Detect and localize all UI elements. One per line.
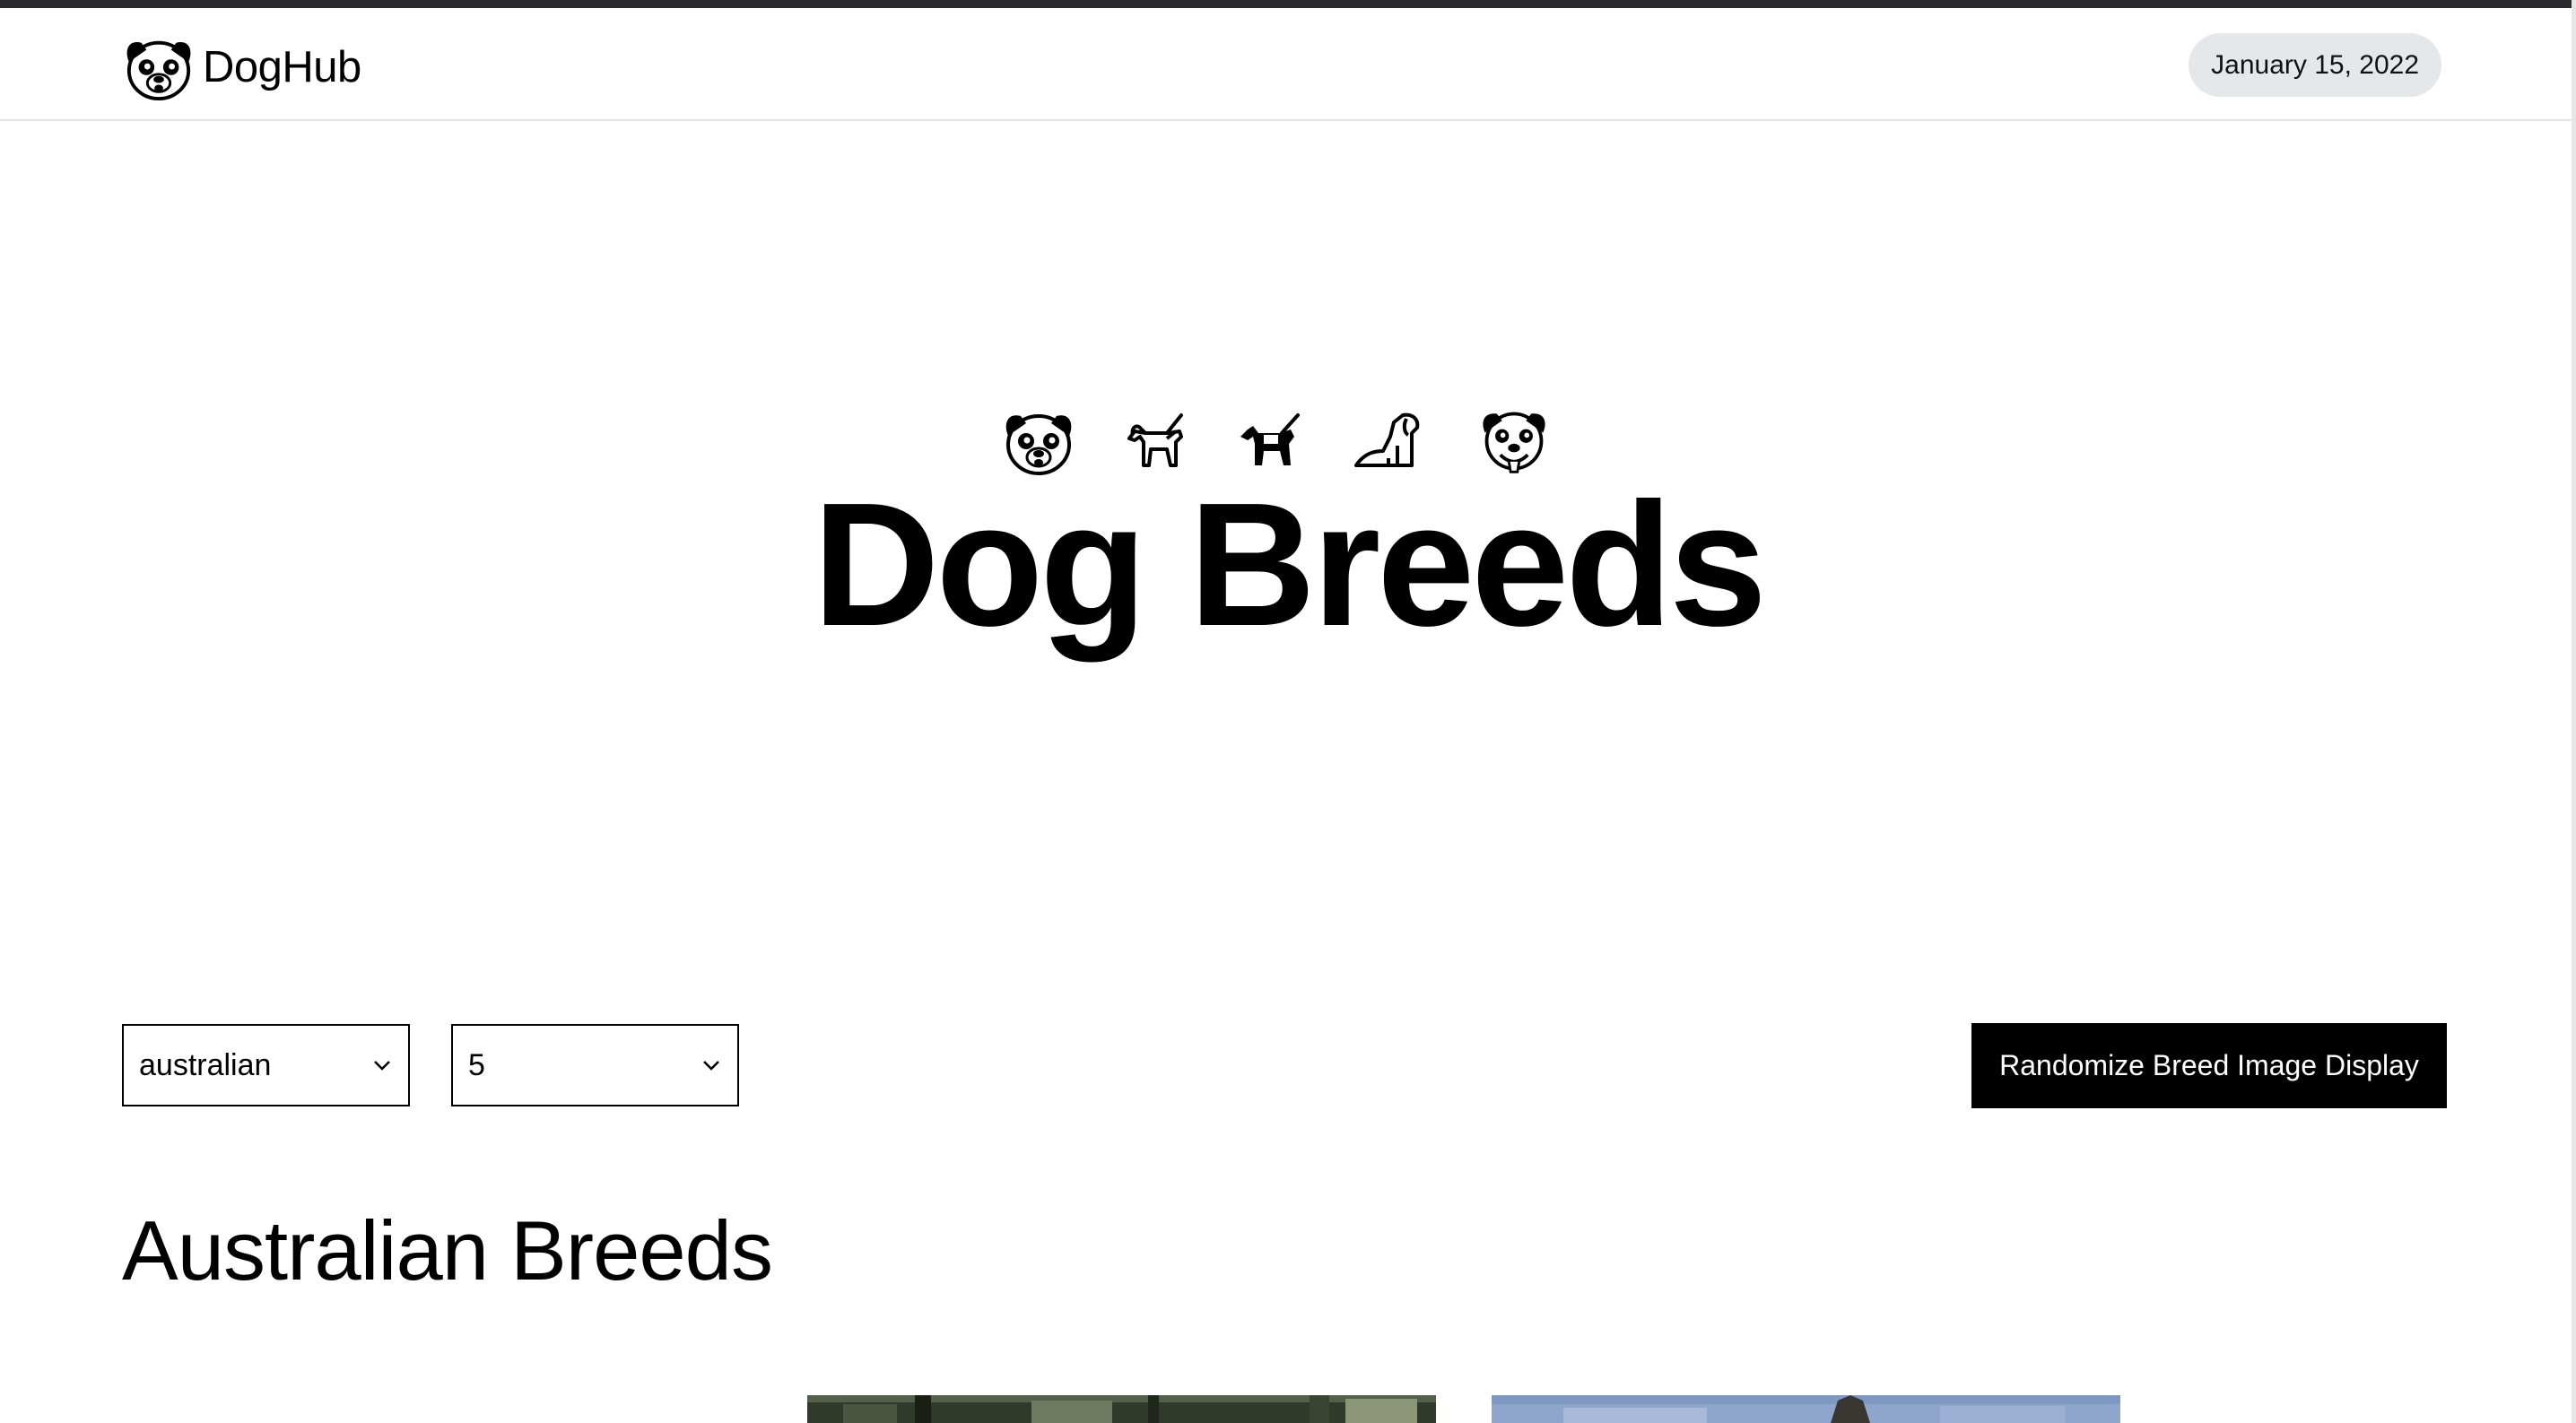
page-title: Dog Breeds xyxy=(812,466,1767,663)
brand-name: DogHub xyxy=(203,43,361,91)
pug-logo-icon xyxy=(126,40,191,101)
chevron-down-icon xyxy=(703,1061,719,1071)
chevron-down-icon xyxy=(374,1061,390,1071)
image-count-select-value: 5 xyxy=(468,1047,485,1082)
window-top-bar xyxy=(0,0,2576,8)
breed-photo-sky xyxy=(1492,1395,2120,1423)
brand-link[interactable]: DogHub xyxy=(122,31,361,103)
breed-select[interactable]: australian xyxy=(122,1024,410,1106)
breed-photo-trees xyxy=(807,1395,1436,1423)
breed-image-2[interactable] xyxy=(1492,1395,2120,1423)
navbar: DogHub January 15, 2022 xyxy=(0,8,2572,121)
breed-image-1[interactable] xyxy=(807,1395,1436,1423)
section-title: Australian Breeds xyxy=(122,1203,773,1297)
image-count-select[interactable]: 5 xyxy=(451,1024,739,1106)
randomize-button[interactable]: Randomize Breed Image Display xyxy=(1971,1023,2447,1108)
scrollbar-track[interactable] xyxy=(2572,0,2576,1423)
date-badge: January 15, 2022 xyxy=(2189,33,2441,97)
breed-select-value: australian xyxy=(139,1047,272,1082)
